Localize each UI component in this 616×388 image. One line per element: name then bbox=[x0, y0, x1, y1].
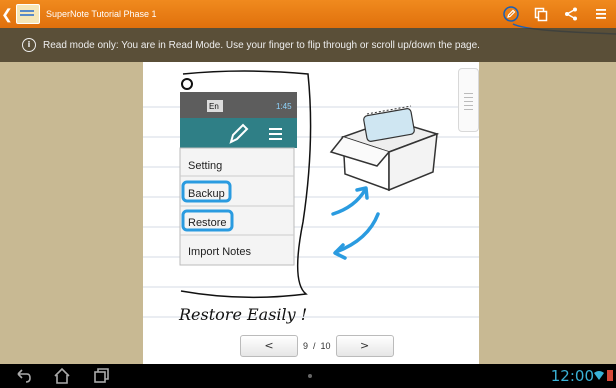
battery-icon bbox=[607, 370, 613, 381]
back-icon[interactable] bbox=[13, 366, 33, 386]
back-chevron-icon[interactable]: ❮ bbox=[0, 6, 14, 23]
note-illustration: En 1:45 Setting Backup Restore Import No… bbox=[143, 70, 479, 324]
system-clock: 12:00 bbox=[550, 367, 594, 385]
read-mode-text: Read mode only: You are in Read Mode. Us… bbox=[43, 39, 480, 51]
recent-apps-icon[interactable] bbox=[91, 366, 111, 386]
status-time: 1:45 bbox=[276, 102, 292, 111]
page-separator: / bbox=[313, 341, 316, 351]
menu-icon bbox=[269, 128, 282, 140]
scroll-handle[interactable] bbox=[458, 68, 479, 132]
caption-handwriting: Restore Easily ! bbox=[178, 305, 307, 324]
note-title: SuperNote Tutorial Phase 1 bbox=[46, 9, 157, 19]
next-page-button[interactable]: > bbox=[335, 335, 394, 357]
info-icon: i bbox=[22, 38, 36, 52]
wifi-icon bbox=[594, 371, 604, 380]
app-icon[interactable] bbox=[16, 4, 40, 24]
system-navigation-bar: 12:00 bbox=[0, 364, 616, 388]
page-navigator: < 9 / 10 > bbox=[240, 335, 394, 357]
prev-page-button[interactable]: < bbox=[240, 335, 298, 357]
menu-dot-icon bbox=[308, 374, 312, 378]
note-page[interactable]: En 1:45 Setting Backup Restore Import No… bbox=[143, 62, 479, 364]
total-page-count: 10 bbox=[320, 341, 331, 351]
menu-item-backup: Backup bbox=[188, 188, 225, 200]
menu-item-restore: Restore bbox=[188, 217, 227, 229]
backup-box-icon bbox=[329, 105, 440, 192]
current-page-number: 9 bbox=[303, 341, 309, 351]
status-lang: En bbox=[209, 102, 219, 111]
read-mode-banner: i Read mode only: You are in Read Mode. … bbox=[0, 28, 616, 62]
menu-item-import-notes: Import Notes bbox=[188, 246, 251, 258]
home-icon[interactable] bbox=[52, 366, 72, 386]
menu-item-setting: Setting bbox=[188, 160, 222, 172]
